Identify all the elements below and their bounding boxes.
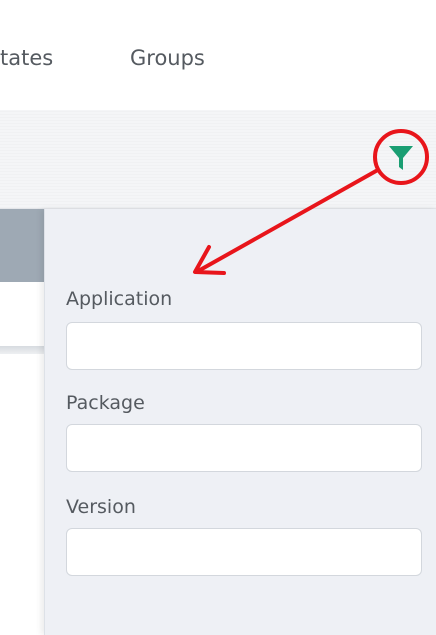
package-label: Package [66, 392, 145, 414]
filter-funnel-icon [389, 146, 413, 170]
tab-bar: tates Groups [0, 0, 436, 110]
version-field[interactable] [66, 528, 422, 576]
package-field[interactable] [66, 424, 422, 472]
tab-groups[interactable]: Groups [130, 46, 205, 70]
filter-button[interactable] [386, 143, 416, 173]
version-label: Version [66, 496, 136, 518]
application-field[interactable] [66, 322, 422, 370]
table-header [0, 209, 44, 282]
table-row-divider [0, 346, 44, 354]
application-label: Application [66, 288, 173, 310]
tab-states[interactable]: tates [0, 46, 53, 70]
toolbar [0, 110, 436, 209]
